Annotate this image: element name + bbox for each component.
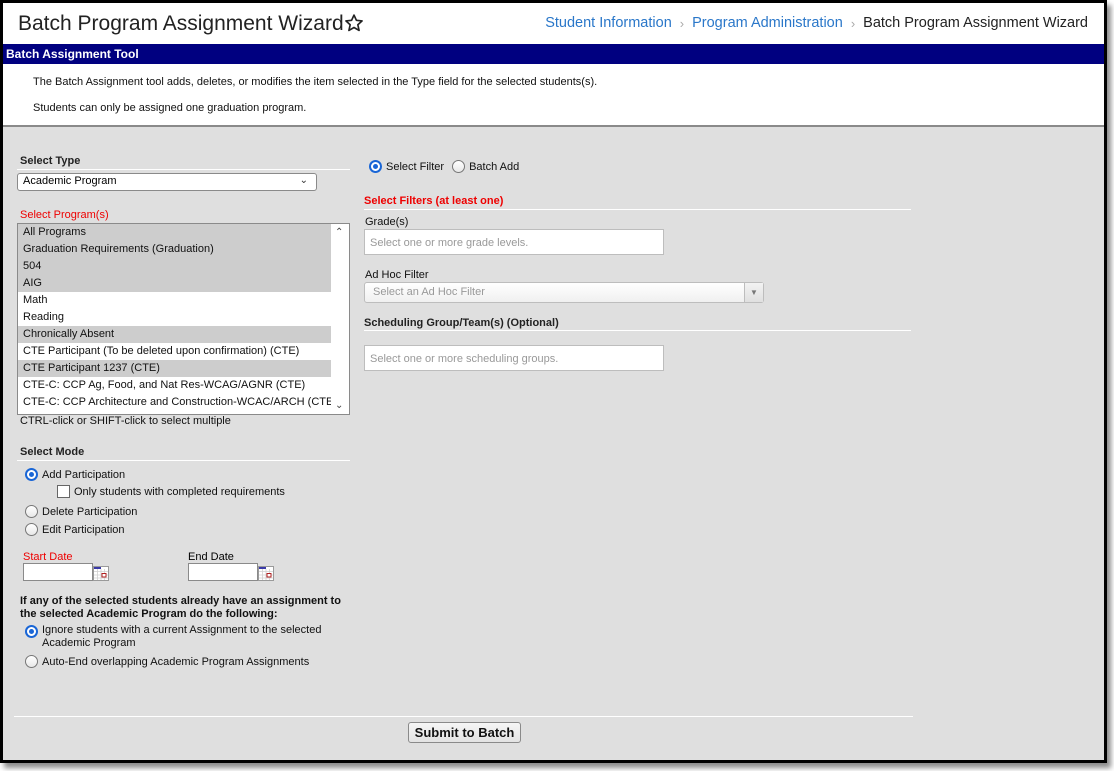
program-option[interactable]: Reading [18, 309, 331, 326]
multi-select-hint: CTRL-click or SHIFT-click to select mult… [20, 415, 231, 427]
mode-delete-participation[interactable]: Delete Participation [25, 505, 137, 518]
chevron-right-icon: › [679, 15, 685, 31]
radio-label-text: Ignore students with a current Assignmen… [42, 624, 322, 649]
checkbox[interactable] [57, 485, 70, 498]
program-option[interactable]: CTE Participant 1237 (CTE) [18, 360, 331, 377]
type-select-value: Academic Program [23, 175, 117, 187]
star-icon[interactable] [344, 13, 364, 33]
existing-assignment-heading: If any of the selected students already … [20, 595, 341, 620]
select-programs-label: Select Program(s) [20, 209, 109, 221]
radio-label: Select Filter [386, 160, 445, 173]
option-auto-end[interactable]: Auto-End overlapping Academic Program As… [25, 655, 309, 668]
program-option[interactable]: CTE-C: CCP Ag, Food, and Nat Res-WCAG/AG… [18, 377, 331, 394]
checkbox-label: Only students with completed requirement… [74, 485, 285, 498]
adhoc-filter-placeholder: Select an Ad Hoc Filter [373, 286, 485, 298]
dropdown-arrow-icon[interactable]: ▼ [744, 283, 763, 302]
filter-mode-select-filter[interactable]: Select Filter Batch Add [369, 160, 519, 173]
programs-options: All Programs Graduation Requirements (Gra… [18, 224, 349, 411]
radio-button[interactable] [25, 625, 38, 638]
select-type-heading: Select Type [20, 155, 81, 167]
footer-divider [14, 716, 913, 717]
chevron-down-icon[interactable]: ⌄ [335, 400, 343, 411]
completed-requirements-checkbox[interactable]: Only students with completed requirement… [57, 485, 285, 498]
calendar-icon[interactable] [258, 566, 274, 581]
program-option[interactable]: CTE Participant (To be deleted upon conf… [18, 343, 331, 360]
divider [364, 330, 911, 331]
divider [364, 209, 911, 210]
start-date-input[interactable] [23, 563, 93, 581]
program-option[interactable]: Math [18, 292, 331, 309]
mode-edit-participation[interactable]: Edit Participation [25, 523, 125, 536]
app-window: Batch Program Assignment Wizard Student … [0, 0, 1107, 763]
start-date-label: Start Date [23, 551, 73, 563]
calendar-icon[interactable] [93, 566, 109, 581]
radio-button[interactable] [25, 505, 38, 518]
breadcrumb-current-page: Batch Program Assignment Wizard [863, 15, 1088, 31]
scheduling-groups-input[interactable]: Select one or more scheduling groups. [364, 345, 664, 371]
radio-label: Auto-End overlapping Academic Program As… [42, 655, 310, 668]
chevron-down-icon: ⌄ [299, 175, 308, 186]
program-option[interactable]: All Programs [18, 224, 331, 241]
listbox-scrollbar[interactable]: ⌃ ⌄ [331, 224, 349, 414]
intro-text: The Batch Assignment tool adds, deletes,… [33, 76, 598, 88]
radio-label: Add Participation [42, 468, 126, 481]
type-select[interactable]: Academic Program ⌄ [17, 173, 317, 191]
radio-button[interactable] [25, 655, 38, 668]
breadcrumb-student-information[interactable]: Student Information [545, 15, 672, 31]
option-ignore-students[interactable]: Ignore students with a current Assignmen… [25, 624, 345, 650]
program-option[interactable]: AIG [18, 275, 331, 292]
mode-add-participation[interactable]: Add Participation [25, 468, 125, 481]
chevron-up-icon[interactable]: ⌃ [335, 227, 343, 238]
adhoc-filter-label: Ad Hoc Filter [365, 269, 429, 281]
radio-label: Ignore students with a current Assignmen… [42, 624, 345, 650]
select-filters-heading: Select Filters (at least one) [364, 195, 504, 207]
breadcrumb-program-administration[interactable]: Program Administration [692, 15, 843, 31]
program-option[interactable]: CTE-C: CCP Architecture and Construction… [18, 394, 337, 411]
grades-input[interactable]: Select one or more grade levels. [364, 229, 664, 255]
scheduling-groups-heading: Scheduling Group/Team(s) (Optional) [364, 317, 559, 329]
radio-label: Batch Add [469, 160, 520, 173]
program-option[interactable]: Graduation Requirements (Graduation) [18, 241, 349, 258]
intro-note: Students can only be assigned one gradua… [33, 102, 307, 114]
select-mode-heading: Select Mode [20, 446, 85, 458]
programs-listbox[interactable]: All Programs Graduation Requirements (Gra… [17, 223, 350, 415]
program-option[interactable]: Chronically Absent [18, 326, 331, 343]
radio-button[interactable] [25, 468, 38, 481]
intro-panel: The Batch Assignment tool adds, deletes,… [3, 64, 1104, 127]
divider [17, 460, 350, 461]
radio-label: Edit Participation [42, 523, 125, 536]
grades-label: Grade(s) [365, 216, 409, 228]
radio-button[interactable] [369, 160, 382, 173]
page-header: Batch Program Assignment Wizard Student … [3, 3, 1104, 44]
submit-to-batch-button[interactable]: Submit to Batch [408, 722, 521, 743]
end-date-label: End Date [188, 551, 234, 563]
breadcrumb: Student Information › Program Administra… [545, 15, 1088, 31]
page-title: Batch Program Assignment Wizard [18, 12, 344, 35]
program-option[interactable]: 504 [18, 258, 331, 275]
end-date-input[interactable] [188, 563, 258, 581]
tool-banner: Batch Assignment Tool [3, 44, 1104, 64]
adhoc-filter-select[interactable]: Select an Ad Hoc Filter ▼ [364, 282, 764, 303]
chevron-right-icon: › [850, 15, 856, 31]
radio-button[interactable] [452, 160, 466, 173]
divider [17, 169, 350, 170]
radio-button[interactable] [25, 523, 38, 536]
radio-label: Delete Participation [42, 505, 138, 518]
